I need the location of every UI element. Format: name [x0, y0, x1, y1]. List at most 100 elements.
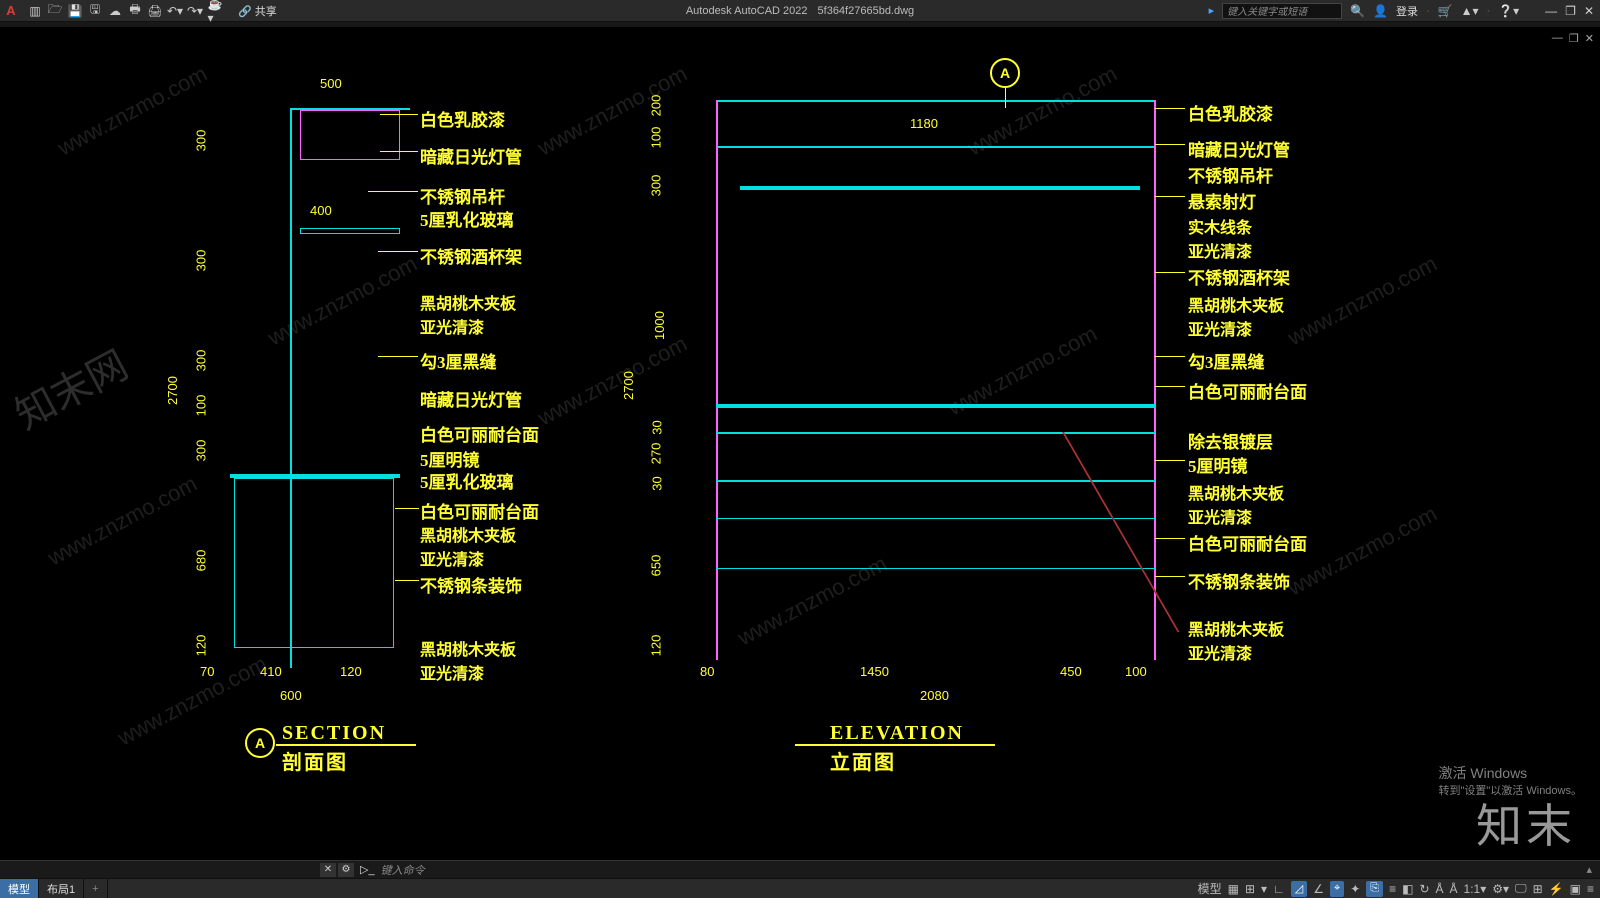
- search-input[interactable]: 键入关键字或短语: [1222, 3, 1342, 19]
- section-title-en: SECTION: [282, 722, 386, 745]
- watermark-text: www.znzmo.com: [534, 331, 692, 431]
- dim: 70: [200, 664, 214, 679]
- anno: 白色可丽耐台面: [1188, 378, 1307, 403]
- section-cabinet: [234, 478, 394, 648]
- close-icon[interactable]: ✕: [1584, 4, 1594, 18]
- grid-icon[interactable]: ▦: [1228, 882, 1239, 896]
- anno: 黑胡桃木夹板 亚光清漆: [1188, 292, 1284, 340]
- watermark-text: www.znzmo.com: [264, 251, 422, 351]
- watermark-text: www.znzmo.com: [44, 471, 202, 571]
- anno: 黑胡桃木夹板 亚光清漆: [420, 522, 516, 570]
- tab-model[interactable]: 模型: [0, 879, 39, 898]
- elevation-title-cn: 立面图: [830, 746, 896, 775]
- search-placeholder: 键入关键字或短语: [1227, 3, 1307, 18]
- dim-inner: 400: [310, 203, 332, 218]
- file-name: 5f364f27665bd.dwg: [818, 5, 915, 17]
- command-line[interactable]: ✕ ⚙ ▷_ 键入命令 ▴: [0, 860, 1600, 878]
- annoscale2-icon[interactable]: Å: [1450, 882, 1458, 896]
- cycling-icon[interactable]: ↻: [1419, 882, 1429, 896]
- tab-layout1[interactable]: 布局1: [39, 879, 84, 898]
- cleanscreen-icon[interactable]: ▣: [1570, 882, 1581, 896]
- polar-icon[interactable]: ◿: [1291, 881, 1307, 897]
- user-icon[interactable]: 👤: [1373, 4, 1388, 18]
- ws-icon[interactable]: ⚙▾: [1492, 882, 1509, 896]
- search-icon[interactable]: 🔍: [1350, 4, 1365, 18]
- dim-bottom: 2080: [920, 688, 949, 703]
- share-button[interactable]: 🔗 共享: [238, 3, 277, 19]
- title-right: ▸ 键入关键字或短语 🔍 👤 登录 · 🛒 ▲▾ · ❔▾ — ❐ ✕: [1209, 3, 1594, 19]
- help-icon[interactable]: ❔▾: [1498, 4, 1519, 18]
- web-icon[interactable]: ☁: [108, 4, 122, 18]
- anno: 实木线条 亚光清漆: [1188, 214, 1252, 262]
- redo-icon[interactable]: ↷▾: [188, 4, 202, 18]
- cmd-expand-icon[interactable]: ▴: [1586, 863, 1592, 876]
- app-icon[interactable]: ▲▾: [1461, 4, 1479, 18]
- login-button[interactable]: 登录: [1396, 3, 1418, 19]
- doc-minimize-icon[interactable]: —: [1552, 32, 1563, 45]
- quick-access-toolbar: ▥ 🗁 💾 🖫 ☁ 🖶 🖨 ↶▾ ↷▾ ☕▾ 🔗 共享: [22, 3, 283, 19]
- anno: 白色乳胶漆: [420, 106, 505, 131]
- dim: 300: [648, 175, 663, 197]
- dim: 650: [648, 555, 663, 577]
- undo-icon[interactable]: ↶▾: [168, 4, 182, 18]
- anno: 勾3厘黑缝: [420, 348, 497, 373]
- anno: 5厘明镜: [1188, 452, 1248, 477]
- elev-dashed: [1062, 432, 1179, 632]
- save-icon[interactable]: 💾: [68, 4, 82, 18]
- cmd-placeholder: 键入命令: [381, 862, 425, 878]
- anno: 白色可丽耐台面: [420, 498, 539, 523]
- watermark-text: www.znzmo.com: [54, 61, 212, 161]
- watermark-text: www.znzmo.com: [1284, 501, 1442, 601]
- scale-icon[interactable]: 1:1▾: [1464, 882, 1487, 896]
- drawing-area[interactable]: — ❐ ✕ 知末网 www.znzmo.com www.znzmo.com ww…: [0, 28, 1600, 860]
- print-icon[interactable]: 🖨: [148, 4, 162, 18]
- iso-icon[interactable]: ∠: [1313, 882, 1324, 896]
- anno: 不锈钢吊杆: [420, 183, 505, 208]
- workspace-icon[interactable]: ☕▾: [208, 4, 222, 18]
- plot-icon[interactable]: 🖶: [128, 4, 142, 18]
- monitor-icon[interactable]: 🖵: [1515, 881, 1527, 896]
- status-model-label[interactable]: 模型: [1198, 880, 1222, 897]
- anno: 除去银镀层: [1188, 428, 1273, 453]
- dropdown-icon[interactable]: ▾: [1261, 882, 1267, 896]
- transparency-icon[interactable]: ◧: [1402, 882, 1413, 896]
- title-bar: A ▥ 🗁 💾 🖫 ☁ 🖶 🖨 ↶▾ ↷▾ ☕▾ 🔗 共享 Autodesk A…: [0, 0, 1600, 22]
- dim: 270: [648, 443, 663, 465]
- elevation-section-marker: A: [990, 58, 1020, 88]
- annoscale-icon[interactable]: Å: [1436, 882, 1444, 896]
- dim-total: 2700: [165, 376, 180, 405]
- open-icon[interactable]: 🗁: [48, 4, 62, 18]
- 3dosnap-icon[interactable]: ✦: [1350, 882, 1360, 896]
- dim: 1000: [652, 311, 667, 340]
- doc-close-icon[interactable]: ✕: [1585, 32, 1594, 45]
- anno: 白色可丽耐台面: [420, 421, 539, 446]
- dim: 120: [648, 635, 663, 657]
- custom-icon[interactable]: ≡: [1587, 882, 1594, 896]
- doc-maximize-icon[interactable]: ❐: [1569, 32, 1579, 45]
- anno: 不锈钢吊杆: [1188, 162, 1273, 187]
- osnap-icon[interactable]: ⌖: [1330, 881, 1344, 897]
- snap-icon[interactable]: ⊞: [1245, 882, 1255, 896]
- cmd-close-icon[interactable]: ✕: [320, 863, 336, 877]
- lineweight-icon[interactable]: ≡: [1389, 882, 1396, 896]
- autocad-logo-icon[interactable]: A: [0, 0, 22, 22]
- new-icon[interactable]: ▥: [28, 4, 42, 18]
- section-glass-shelf: [300, 228, 400, 234]
- hardware-icon[interactable]: ⚡: [1549, 882, 1564, 896]
- section-counter: [230, 474, 400, 478]
- minimize-icon[interactable]: —: [1545, 4, 1557, 18]
- watermark-brand: 知末: [1476, 790, 1576, 856]
- cart-icon[interactable]: 🛒: [1438, 4, 1453, 18]
- ortho-icon[interactable]: ∟: [1273, 882, 1285, 896]
- status-bar: 模型 布局1 + 模型 ▦ ⊞ ▾ ∟ ◿ ∠ ⌖ ✦ ⎘ ≡ ◧ ↻ Å Å …: [0, 878, 1600, 898]
- cmd-options-icon[interactable]: ⚙: [338, 863, 354, 877]
- dyn-icon[interactable]: ⎘: [1366, 881, 1383, 897]
- anno: 黑胡桃木夹板 亚光清漆: [420, 636, 516, 684]
- tab-add[interactable]: +: [84, 879, 107, 898]
- anno: 黑胡桃木夹板 亚光清漆: [1188, 616, 1284, 664]
- saveas-icon[interactable]: 🖫: [88, 4, 102, 18]
- anno: 5厘乳化玻璃: [420, 206, 514, 231]
- isolate-icon[interactable]: ⊞: [1533, 882, 1543, 896]
- maximize-icon[interactable]: ❐: [1565, 4, 1576, 18]
- elev-trim: [716, 568, 1156, 569]
